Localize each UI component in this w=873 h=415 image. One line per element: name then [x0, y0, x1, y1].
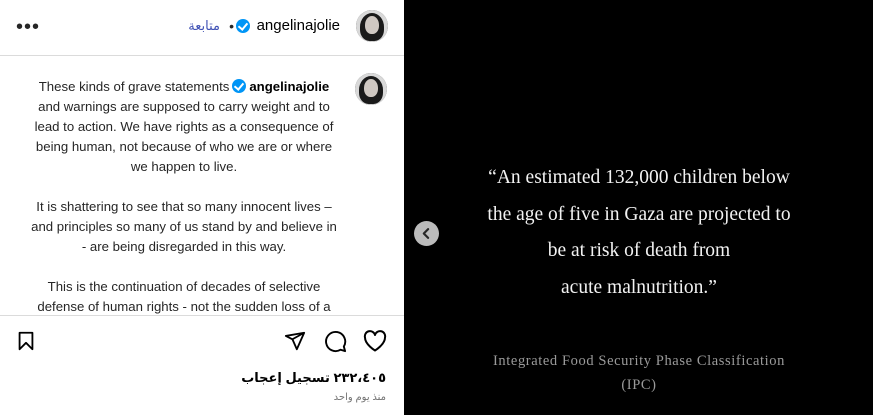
comment-icon[interactable] — [324, 330, 347, 353]
header-username[interactable]: angelinajolie — [257, 17, 340, 35]
separator-dot: • — [229, 18, 234, 34]
chevron-left-icon — [422, 228, 430, 239]
post-caption: These kinds of grave statements angelinaj… — [30, 77, 338, 315]
quote-line: the age of five in Gaza are projected to — [487, 203, 791, 225]
quote-line: acute malnutrition.” — [561, 276, 717, 298]
quote-line: “An estimated 132,000 children below — [488, 167, 790, 188]
post-media: “An estimated 132,000 children below the… — [404, 0, 873, 415]
quote-line: be at risk of death from — [547, 240, 731, 261]
previous-slide-button[interactable] — [414, 221, 439, 246]
caption-paragraph: It is shattering to see that so many inn… — [31, 199, 337, 254]
likes-count[interactable]: ٢٣٢،٤٠٥ تسجيل إعجاب — [241, 370, 386, 386]
quote-source: Integrated Food Security Phase Classific… — [434, 349, 844, 397]
post-sidebar: ••• متابعة • angelinajolie These kinds o… — [0, 0, 404, 415]
source-line: Integrated Food Security Phase Classific… — [493, 353, 785, 369]
verified-badge-icon — [232, 79, 247, 93]
post-timestamp: منذ يوم واحد — [333, 392, 386, 403]
post-header: ••• متابعة • angelinajolie — [0, 0, 404, 56]
send-icon[interactable] — [284, 330, 306, 352]
heart-icon[interactable] — [363, 330, 387, 352]
more-options-button[interactable]: ••• — [16, 17, 40, 37]
bookmark-icon[interactable] — [15, 330, 37, 352]
quote-text: “An estimated 132,000 children below the… — [464, 160, 814, 306]
divider — [0, 315, 404, 316]
caption-username[interactable]: angelinajolie — [249, 79, 329, 94]
caption-paragraph: This is the continuation of decades of s… — [37, 279, 331, 314]
follow-button[interactable]: متابعة — [188, 17, 220, 35]
caption-paragraph: and warnings are supposed to carry weigh… — [34, 99, 334, 174]
caption-avatar[interactable] — [355, 73, 387, 105]
caption-paragraph: These kinds of grave statements angelinaj… — [30, 77, 338, 97]
caption-text: These kinds of grave statements — [38, 79, 230, 94]
verified-badge-icon — [236, 19, 250, 33]
source-line: (IPC) — [621, 377, 657, 393]
header-avatar[interactable] — [356, 10, 388, 42]
